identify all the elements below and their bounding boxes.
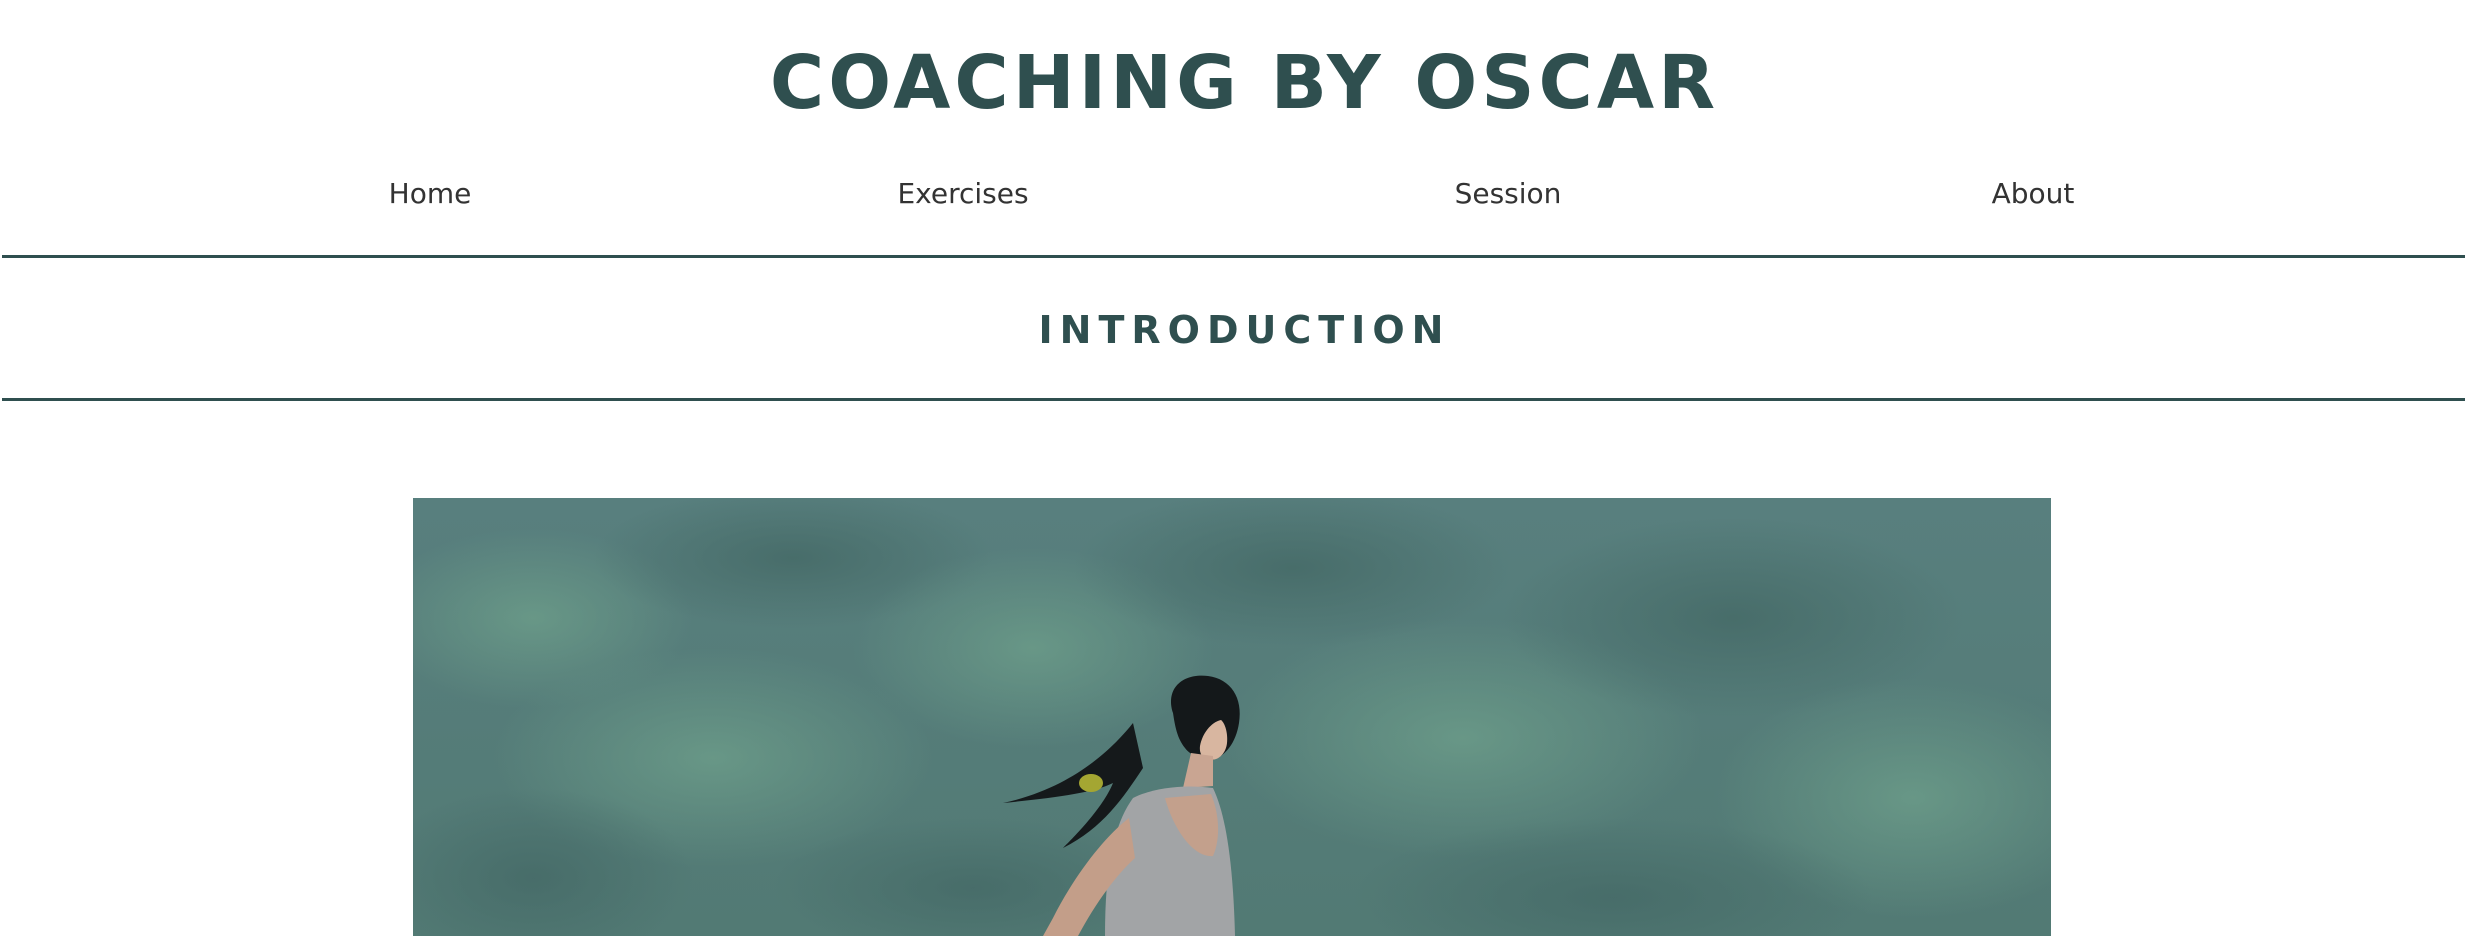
hero-photo-runner (413, 498, 2051, 936)
site-title: COACHING BY OSCAR (769, 40, 1720, 126)
nav-item-about[interactable]: About (1992, 172, 2075, 216)
nav-item-session[interactable]: Session (1455, 172, 1562, 216)
nav-item-exercises[interactable]: Exercises (897, 172, 1028, 216)
section-divider-bottom (2, 398, 2465, 401)
nav-item-home[interactable]: Home (389, 172, 472, 216)
page: COACHING BY OSCAR Home Exercises Session… (0, 0, 2489, 936)
section-title: INTRODUCTION (1038, 308, 1451, 352)
main-nav: Home Exercises Session About (0, 172, 2489, 216)
hero-image (413, 498, 2051, 936)
section-divider-top (2, 255, 2465, 258)
